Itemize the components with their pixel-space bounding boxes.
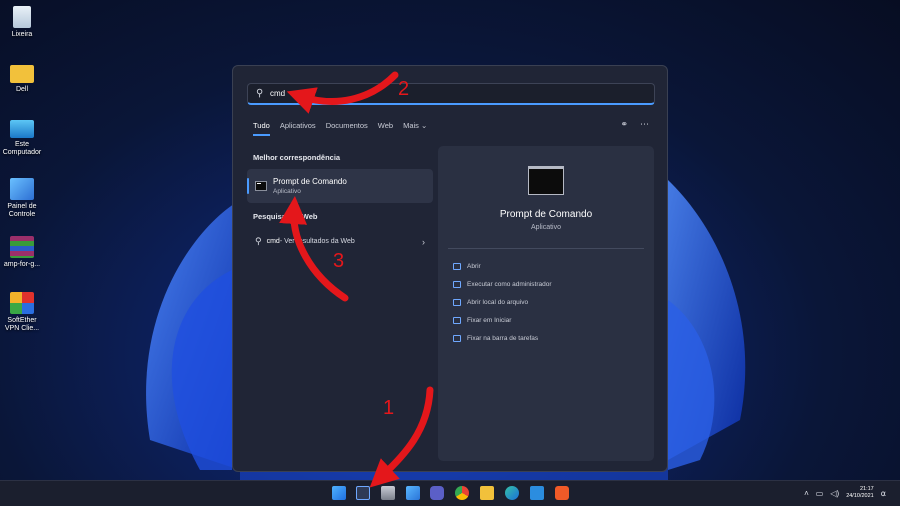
search-input[interactable]: [270, 89, 470, 98]
desktop-icon-label: Painel de Controle: [7, 203, 37, 218]
network-icon[interactable]: ▭: [816, 489, 824, 498]
result-subtitle: Aplicativo: [273, 188, 301, 195]
action-label: Abrir local do arquivo: [467, 299, 529, 306]
open-icon: [453, 263, 461, 270]
web-query-suffix: - Ver resultados da Web: [279, 238, 355, 245]
control-panel-icon: [10, 178, 34, 200]
clock-date: 24/10/2021: [846, 493, 874, 499]
best-match-heading: Melhor correspondência: [253, 153, 341, 162]
command-prompt-icon: [255, 181, 267, 191]
command-prompt-large-icon: [528, 166, 564, 195]
notification-icon[interactable]: ⍺: [881, 489, 886, 498]
recycle-bin-icon: [13, 6, 31, 28]
detail-pane: Prompt de Comando Aplicativo Abrir Execu…: [438, 146, 654, 461]
desktop-icon-label: Este Computador: [2, 141, 42, 156]
folder-icon: [453, 299, 461, 306]
more-options-icon[interactable]: ⋯: [640, 119, 649, 130]
desktop-icon-winrar[interactable]: amp-for-g...: [0, 236, 44, 269]
notepad-icon[interactable]: [530, 486, 544, 500]
web-search-result[interactable]: ⚲ cmd - Ver resultados da Web ›: [255, 236, 425, 247]
brave-icon[interactable]: [555, 486, 569, 500]
widgets-icon[interactable]: [406, 486, 420, 500]
desktop-icon-softether[interactable]: SoftEther VPN Clie...: [0, 292, 44, 333]
file-explorer-icon[interactable]: [480, 486, 494, 500]
filter-tabs: Tudo Aplicativos Documentos Web Mais ⌄: [253, 121, 427, 136]
clock[interactable]: 21:17 24/10/2021: [846, 486, 874, 500]
pin-icon: [453, 317, 461, 324]
detail-subtitle: Aplicativo: [531, 224, 561, 231]
volume-icon[interactable]: ◁): [830, 489, 839, 498]
annotation-number-1: 1: [383, 397, 395, 419]
chrome-icon[interactable]: [455, 486, 469, 500]
action-pin-to-taskbar[interactable]: Fixar na barra de tarefas: [453, 335, 538, 342]
search-icon: ⚲: [255, 236, 262, 246]
edge-icon[interactable]: [505, 486, 519, 500]
shield-icon: [453, 281, 461, 288]
tab-web[interactable]: Web: [378, 121, 393, 136]
tab-apps[interactable]: Aplicativos: [280, 121, 316, 136]
system-tray: ˄ ▭ ◁) 21:17 24/10/2021 ⍺: [804, 486, 886, 500]
result-title: Prompt de Comando: [273, 177, 347, 186]
desktop-icon-control-panel[interactable]: Painel de Controle: [0, 178, 44, 219]
tab-documents[interactable]: Documentos: [326, 121, 368, 136]
desktop-icon-label: Lixeira: [11, 31, 33, 38]
detail-title: Prompt de Comando: [499, 209, 593, 220]
computer-icon: [10, 120, 34, 138]
start-button[interactable]: [332, 486, 346, 500]
divider: [448, 248, 644, 249]
action-run-as-admin[interactable]: Executar como administrador: [453, 281, 552, 288]
action-label: Fixar na barra de tarefas: [467, 335, 539, 342]
taskbar: ˄ ▭ ◁) 21:17 24/10/2021 ⍺: [0, 480, 900, 506]
web-search-heading: Pesquisar na Web: [253, 212, 318, 221]
desktop-icon-label: SoftEther VPN Clie...: [4, 317, 40, 332]
chevron-up-icon[interactable]: ˄: [804, 489, 809, 498]
search-panel: ⚲ Tudo Aplicativos Documentos Web Mais ⌄…: [232, 65, 668, 472]
action-label: Fixar em Iniciar: [467, 317, 512, 324]
action-open[interactable]: Abrir: [453, 263, 481, 270]
search-box[interactable]: ⚲: [247, 83, 655, 105]
action-label: Executar como administrador: [467, 281, 552, 288]
action-open-file-location[interactable]: Abrir local do arquivo: [453, 299, 528, 306]
teams-chat-icon[interactable]: [430, 486, 444, 500]
desktop-icon-label: Dell: [15, 86, 29, 93]
winrar-icon: [10, 236, 34, 258]
pin-icon: [453, 335, 461, 342]
desktop-icon-recycle-bin[interactable]: Lixeira: [0, 6, 44, 39]
tab-toolbar: ⚭ ⋯: [620, 119, 649, 130]
search-icon: ⚲: [256, 88, 264, 99]
tab-more[interactable]: Mais ⌄: [403, 121, 427, 136]
tab-all[interactable]: Tudo: [253, 121, 270, 136]
softether-icon: [10, 292, 34, 314]
action-pin-to-start[interactable]: Fixar em Iniciar: [453, 317, 511, 324]
folder-icon: [10, 65, 34, 83]
clock-time: 21:17: [859, 486, 874, 492]
search-taskbar-icon[interactable]: [356, 486, 370, 500]
annotation-number-3: 3: [333, 250, 345, 272]
task-view-icon[interactable]: [381, 486, 395, 500]
annotation-number-2: 2: [398, 78, 410, 100]
best-match-result[interactable]: Prompt de Comando Aplicativo: [247, 169, 433, 203]
account-switch-icon[interactable]: ⚭: [620, 119, 628, 130]
chevron-right-icon: ›: [422, 236, 425, 247]
action-label: Abrir: [467, 263, 481, 270]
desktop-icon-this-pc[interactable]: Este Computador: [0, 120, 44, 157]
web-query: cmd: [266, 238, 280, 245]
desktop-icon-dell[interactable]: Dell: [0, 65, 44, 94]
desktop-icon-label: amp-for-g...: [3, 261, 41, 268]
